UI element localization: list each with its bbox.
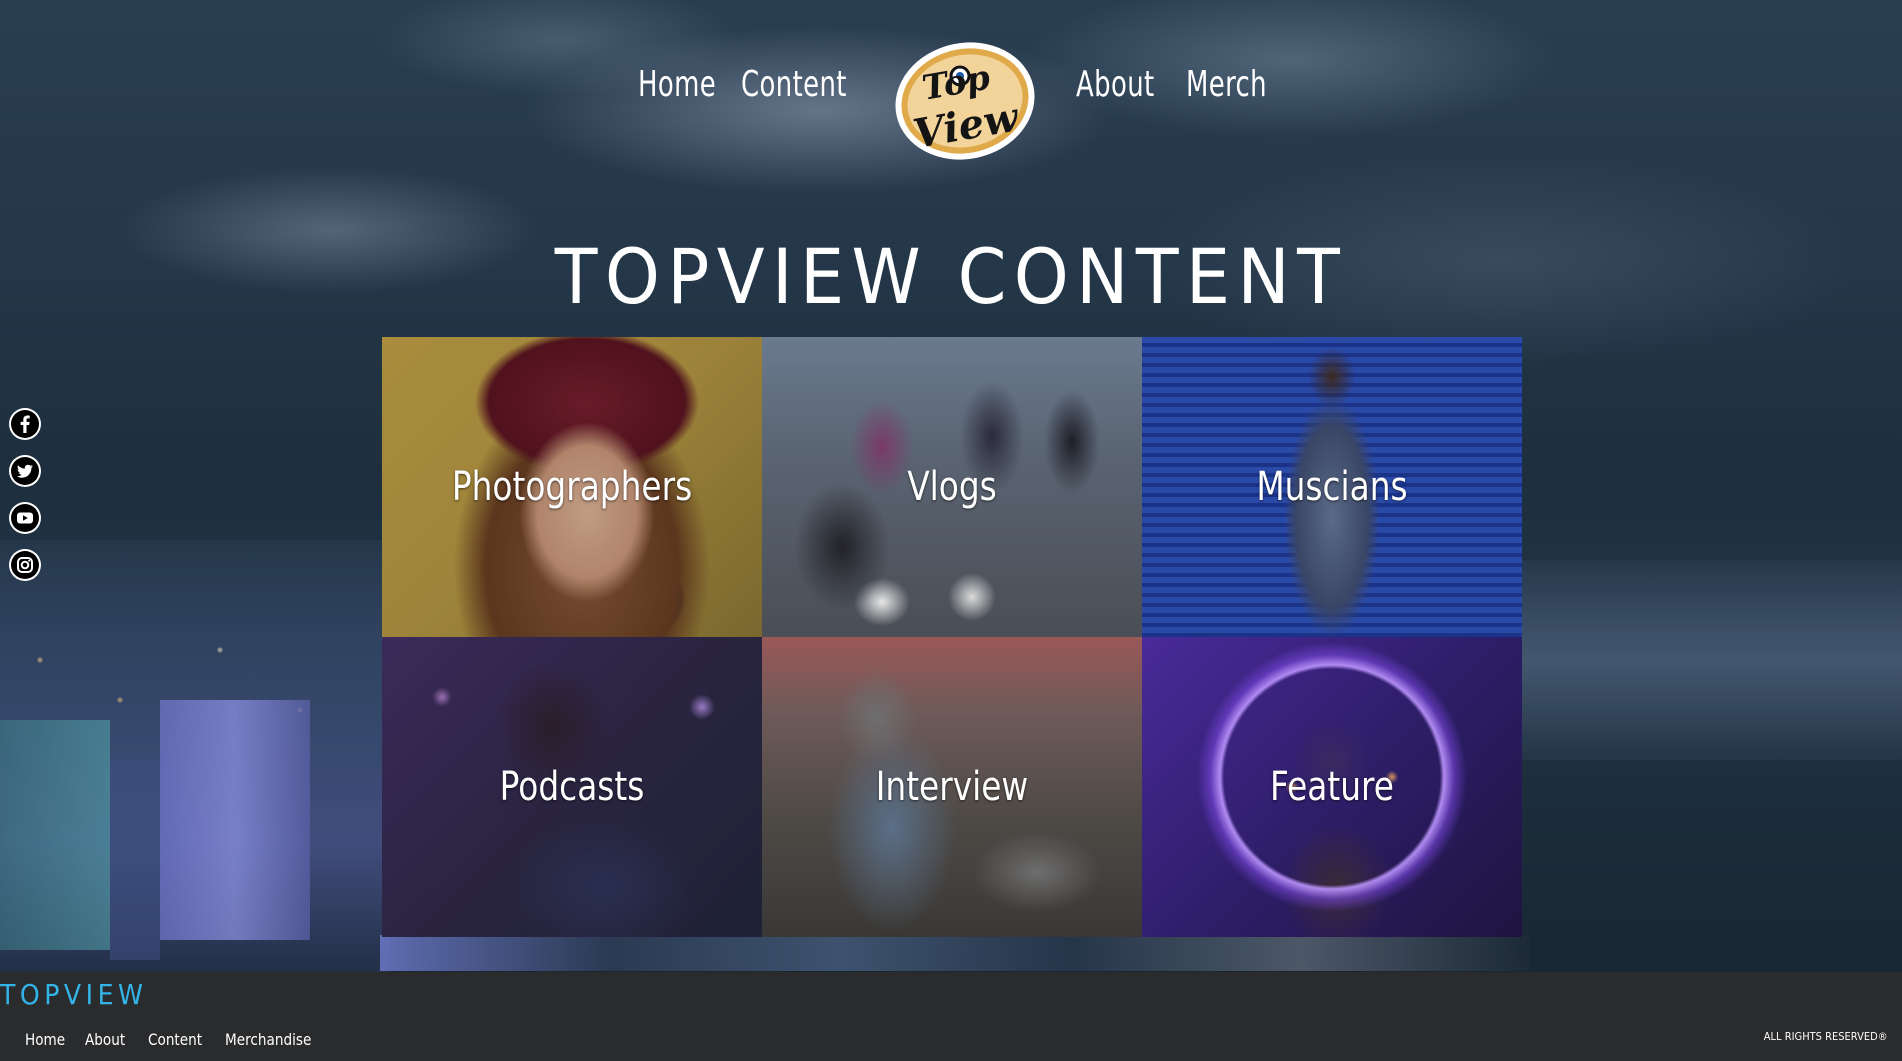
instagram-icon bbox=[11, 551, 39, 579]
nav-home-link[interactable]: Home bbox=[638, 64, 716, 105]
page: Home Content Top View About Merch TOPVIE… bbox=[0, 0, 1902, 1061]
topview-logo[interactable]: Top View bbox=[890, 36, 1040, 166]
nav-about-link[interactable]: About bbox=[1076, 64, 1155, 105]
twitter-button[interactable] bbox=[9, 455, 41, 487]
tile-musicians[interactable]: Muscians bbox=[1142, 337, 1522, 637]
facebook-button[interactable] bbox=[9, 408, 41, 440]
instagram-button[interactable] bbox=[9, 549, 41, 581]
footer: TOPVIEW Home About Content Merchandise A… bbox=[0, 972, 1902, 1061]
building-left-small bbox=[110, 760, 160, 960]
tile-podcasts[interactable]: Podcasts bbox=[382, 637, 762, 937]
logo-graphic: Top View bbox=[895, 42, 1035, 160]
tile-photographers[interactable]: Photographers bbox=[382, 337, 762, 637]
footer-link-home[interactable]: Home bbox=[25, 1030, 65, 1049]
tile-label: Muscians bbox=[1256, 464, 1408, 510]
nav-merch-link[interactable]: Merch bbox=[1186, 64, 1267, 105]
building-purple bbox=[160, 700, 310, 940]
footer-link-content[interactable]: Content bbox=[148, 1030, 202, 1049]
tile-label: Vlogs bbox=[907, 464, 997, 510]
city-background-bottom bbox=[380, 935, 1530, 971]
nav-content-link[interactable]: Content bbox=[741, 64, 847, 105]
tile-label: Podcasts bbox=[499, 764, 645, 810]
tile-label: Photographers bbox=[451, 464, 693, 510]
youtube-button[interactable] bbox=[9, 502, 41, 534]
tile-feature[interactable]: Feature bbox=[1142, 637, 1522, 937]
footer-brand: TOPVIEW bbox=[0, 978, 148, 1011]
content-grid: Photographers Vlogs Muscians Podcasts In… bbox=[382, 337, 1522, 937]
footer-rights: ALL RIGHTS RESERVED® bbox=[1764, 1030, 1888, 1043]
facebook-icon bbox=[11, 410, 39, 438]
building-left bbox=[0, 720, 110, 950]
tile-label: Feature bbox=[1270, 764, 1394, 810]
footer-link-merchandise[interactable]: Merchandise bbox=[225, 1030, 311, 1049]
tile-label: Interview bbox=[875, 764, 1029, 810]
footer-link-about[interactable]: About bbox=[85, 1030, 125, 1049]
twitter-icon bbox=[11, 457, 39, 485]
city-background-right bbox=[1522, 560, 1902, 760]
tile-interview[interactable]: Interview bbox=[762, 637, 1142, 937]
page-title: TOPVIEW CONTENT bbox=[554, 232, 1348, 321]
tile-vlogs[interactable]: Vlogs bbox=[762, 337, 1142, 637]
youtube-icon bbox=[11, 504, 39, 532]
